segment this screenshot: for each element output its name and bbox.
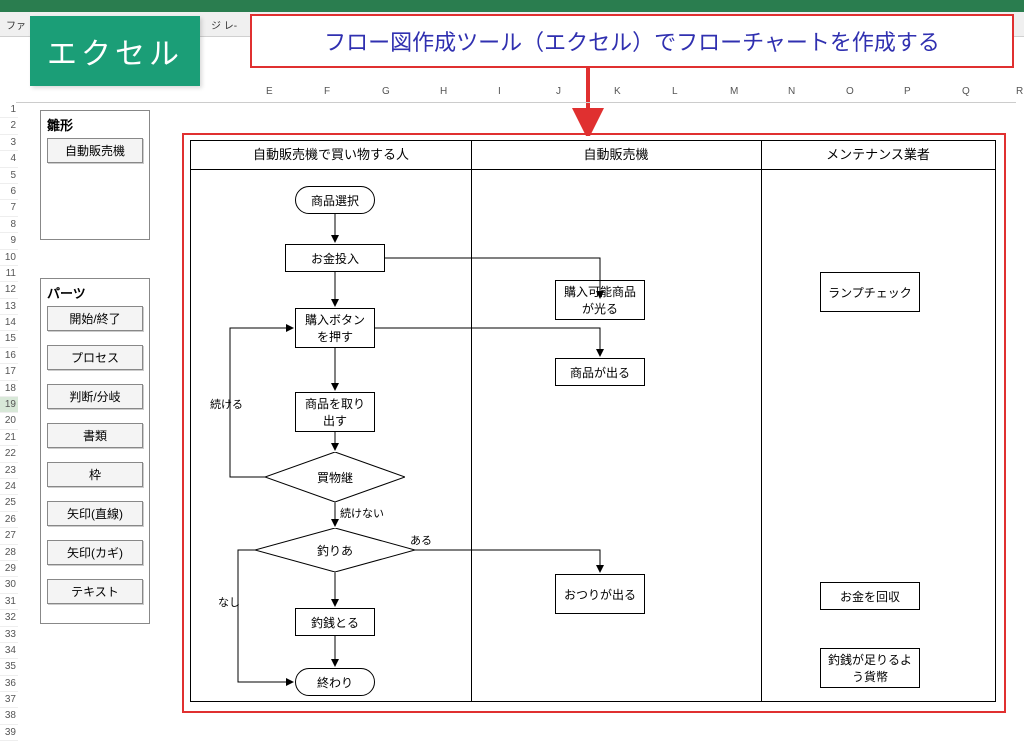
- column-headers: E F G H I J K L M N O P Q R: [16, 86, 1016, 103]
- node-collect[interactable]: お金を回収: [820, 582, 920, 610]
- node-end[interactable]: 終わり: [295, 668, 375, 696]
- row-headers: 12345678910 11121314151617181920 2122232…: [0, 102, 18, 744]
- templates-panel: 雛形 自動販売機: [40, 110, 150, 240]
- label-change-yes: ある: [410, 532, 432, 548]
- parts-title: パーツ: [47, 283, 143, 302]
- lane-maintainer-header: メンテナンス業者: [761, 141, 995, 169]
- parts-panel: パーツ 開始/終了 プロセス 判断/分岐 書類 枠 矢印(直線) 矢印(カギ) …: [40, 278, 150, 624]
- label-no-continue: 続けない: [340, 505, 384, 521]
- excel-screenshot: ファ ジ レ- エクセル フロー図作成ツール（エクセル）でフローチャートを作成す…: [0, 0, 1024, 744]
- node-take-change[interactable]: 釣銭とる: [295, 608, 375, 636]
- node-insert[interactable]: お金投入: [285, 244, 385, 272]
- excel-titlebar: [0, 0, 1024, 12]
- part-document[interactable]: 書類: [47, 423, 143, 448]
- node-press[interactable]: 購入ボタンを押す: [295, 308, 375, 348]
- label-change-no: なし: [218, 594, 240, 610]
- label-continue: 続ける: [210, 396, 243, 412]
- part-arrow-elbow[interactable]: 矢印(カギ): [47, 540, 143, 565]
- ribbon-tab-file[interactable]: ファ: [0, 12, 32, 37]
- ribbon-tab-page[interactable]: ジ レ-: [205, 12, 243, 37]
- node-change-decision[interactable]: 釣りあ: [255, 528, 415, 572]
- templates-title: 雛形: [47, 115, 143, 134]
- part-arrow-line[interactable]: 矢印(直線): [47, 501, 143, 526]
- part-process[interactable]: プロセス: [47, 345, 143, 370]
- lane-buyer-header: 自動販売機で買い物する人: [191, 141, 471, 169]
- part-frame[interactable]: 枠: [47, 462, 143, 487]
- node-dispense[interactable]: 商品が出る: [555, 358, 645, 386]
- node-lights[interactable]: 購入可能商品が光る: [555, 280, 645, 320]
- excel-logo-badge: エクセル: [30, 16, 200, 86]
- node-refill[interactable]: 釣銭が足りるよう貨幣: [820, 648, 920, 688]
- node-lamp[interactable]: ランプチェック: [820, 272, 920, 312]
- part-start-end[interactable]: 開始/終了: [47, 306, 143, 331]
- part-decision[interactable]: 判断/分岐: [47, 384, 143, 409]
- part-text[interactable]: テキスト: [47, 579, 143, 604]
- node-change-out[interactable]: おつりが出る: [555, 574, 645, 614]
- template-item[interactable]: 自動販売機: [47, 138, 143, 163]
- annotation-banner: フロー図作成ツール（エクセル）でフローチャートを作成する: [250, 14, 1014, 68]
- lane-machine-header: 自動販売機: [471, 141, 761, 169]
- node-continue-decision[interactable]: 買物継: [265, 452, 405, 502]
- node-take[interactable]: 商品を取り出す: [295, 392, 375, 432]
- node-select[interactable]: 商品選択: [295, 186, 375, 214]
